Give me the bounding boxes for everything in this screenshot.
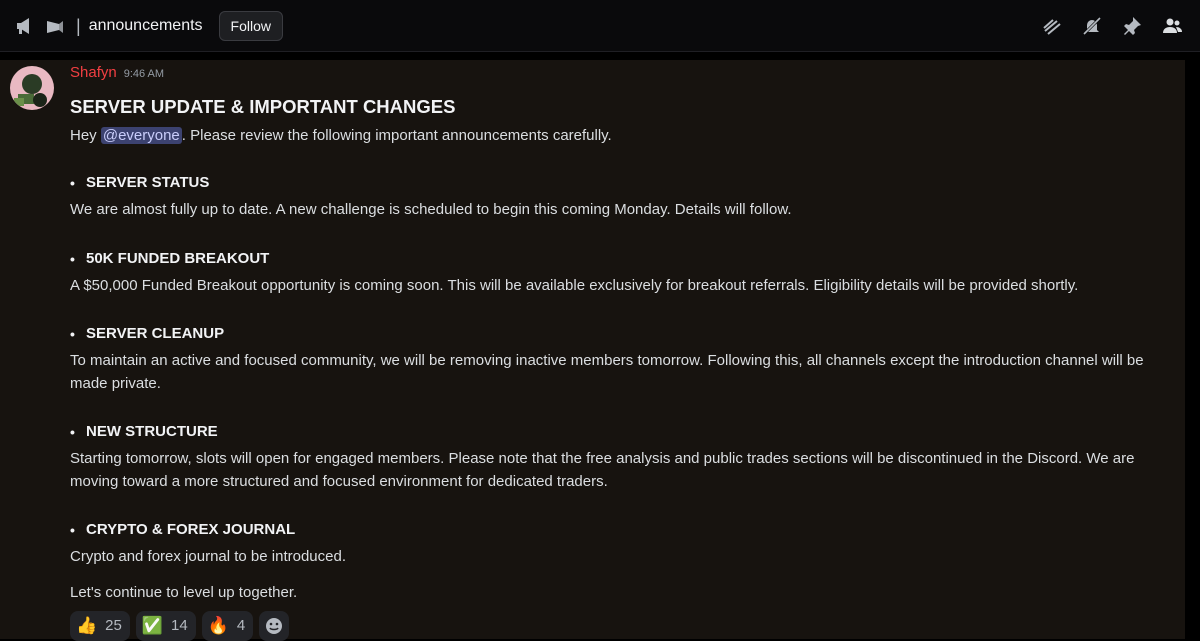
bullet: •	[70, 326, 75, 342]
section-heading-text: CRYPTO & FOREX JOURNAL	[86, 521, 296, 538]
reaction-button[interactable]: ✅ 14	[135, 610, 196, 641]
section-heading: • SERVER STATUS	[70, 173, 1170, 193]
everyone-mention[interactable]: @everyone	[100, 127, 182, 144]
reaction-count: 14	[171, 617, 188, 634]
section-heading: • CRYPTO & FOREX JOURNAL	[70, 520, 1170, 540]
add-reaction-button[interactable]	[259, 610, 290, 641]
announcement-section: • CRYPTO & FOREX JOURNAL Crypto and forex …	[70, 520, 1170, 569]
announcement-channel-icon	[44, 15, 66, 37]
announcement-section: • 50K FUNDED BREAKOUT A $50,000 Funded Bre…	[70, 249, 1170, 298]
intro-suffix: . Please review the following important …	[181, 127, 612, 144]
reactions-bar: 👍 25 ✅ 14 🔥 4	[70, 610, 1170, 641]
section-heading-text: 50K FUNDED BREAKOUT	[86, 249, 270, 267]
section-body: We are almost fully up to date. A new ch…	[70, 201, 792, 218]
channel-name: announcements	[88, 17, 203, 34]
pin-icon[interactable]	[1121, 15, 1143, 37]
members-icon[interactable]	[1161, 15, 1183, 37]
reaction-emoji: 👍	[76, 616, 98, 635]
reaction-emoji: ✅	[141, 616, 164, 635]
reaction-count: 25	[105, 617, 122, 634]
intro-prefix: Hey	[70, 127, 101, 144]
message-outro: Let's continue to level up together.	[70, 583, 298, 601]
announcement-section: • SERVER STATUS We are almost fully up to …	[70, 173, 1170, 222]
threads-icon[interactable]	[1041, 15, 1063, 37]
message-list: Shafyn 9:46 AM SERVER UPDATE & IMPORTANT…	[0, 52, 1200, 641]
section-heading-text: SERVER STATUS	[86, 174, 210, 191]
announcement-section: • NEW STRUCTURE Starting tomorrow, slots w…	[70, 422, 1170, 493]
mute-icon[interactable]	[1081, 15, 1103, 37]
reaction-button[interactable]: 👍 25	[70, 610, 130, 641]
section-body: Crypto and forex journal to be introduce…	[70, 548, 346, 565]
bullet: •	[70, 250, 75, 267]
section-heading: • SERVER CLEANUP	[70, 324, 1170, 344]
section-body: To maintain an active and focused commun…	[70, 352, 1144, 392]
message-timestamp: 9:46 AM	[123, 68, 165, 80]
header-separator: |	[76, 16, 81, 36]
reaction-button[interactable]: 🔥 4	[201, 610, 254, 641]
message-title: SERVER UPDATE & IMPORTANT CHANGES	[70, 96, 456, 117]
bullet: •	[70, 522, 75, 538]
reaction-count: 4	[236, 617, 246, 634]
section-heading-text: SERVER CLEANUP	[86, 325, 225, 342]
bullet: •	[70, 424, 75, 440]
section-heading: • NEW STRUCTURE	[70, 422, 1170, 442]
announcement-section: • SERVER CLEANUP To maintain an active and…	[70, 324, 1170, 395]
message-intro: Hey @everyone. Please review the followi…	[70, 126, 1170, 146]
announcement-megaphone-icon	[14, 15, 36, 37]
bullet: •	[70, 175, 75, 191]
author-name[interactable]: Shafyn	[70, 64, 117, 81]
section-heading-text: NEW STRUCTURE	[86, 423, 218, 440]
channel-header: | announcements Follow	[0, 0, 1200, 52]
section-body: Starting tomorrow, slots will open for e…	[70, 450, 1135, 490]
section-heading: • 50K FUNDED BREAKOUT	[70, 249, 1170, 269]
avatar[interactable]	[10, 66, 54, 110]
section-body: A $50,000 Funded Breakout opportunity is…	[70, 276, 1079, 294]
reaction-emoji: 🔥	[207, 616, 229, 635]
message: Shafyn 9:46 AM SERVER UPDATE & IMPORTANT…	[0, 60, 1185, 641]
smiley-add-reaction-icon	[264, 616, 284, 636]
follow-button[interactable]: Follow	[218, 11, 284, 41]
